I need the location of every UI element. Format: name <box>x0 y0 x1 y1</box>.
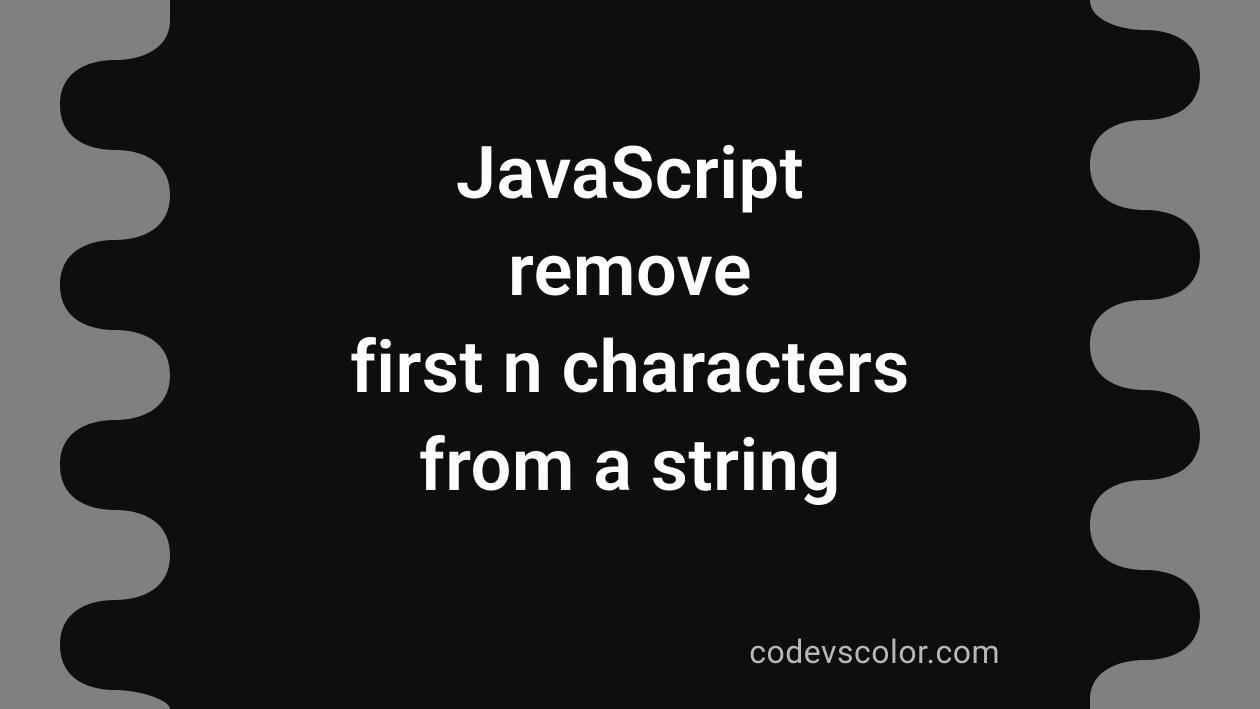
title-line-1: JavaScript <box>0 125 1260 222</box>
watermark-text: codevscolor.com <box>749 633 1000 671</box>
main-title: JavaScript remove first n characters fro… <box>0 125 1260 514</box>
title-line-3: first n characters <box>0 319 1260 416</box>
title-line-2: remove <box>0 222 1260 319</box>
title-line-4: from a string <box>0 417 1260 514</box>
